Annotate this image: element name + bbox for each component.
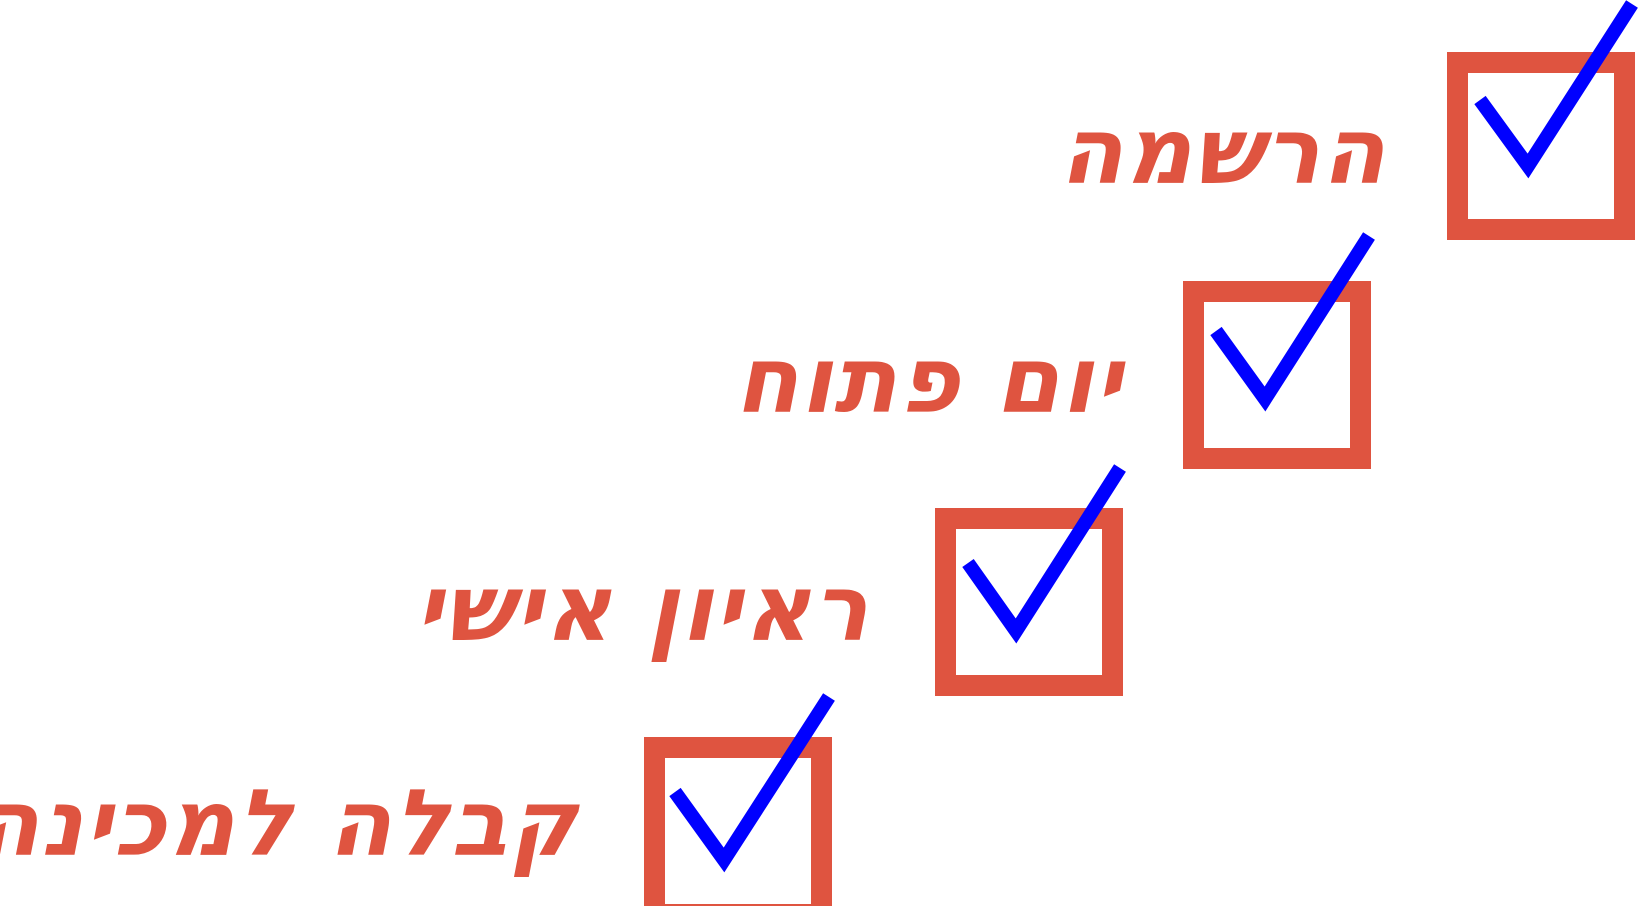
checklist: הרשמה יום פתוח ראיון אישי קבלה למכינה [0,0,1641,906]
step-label-acceptance: קבלה למכינה [0,770,579,877]
